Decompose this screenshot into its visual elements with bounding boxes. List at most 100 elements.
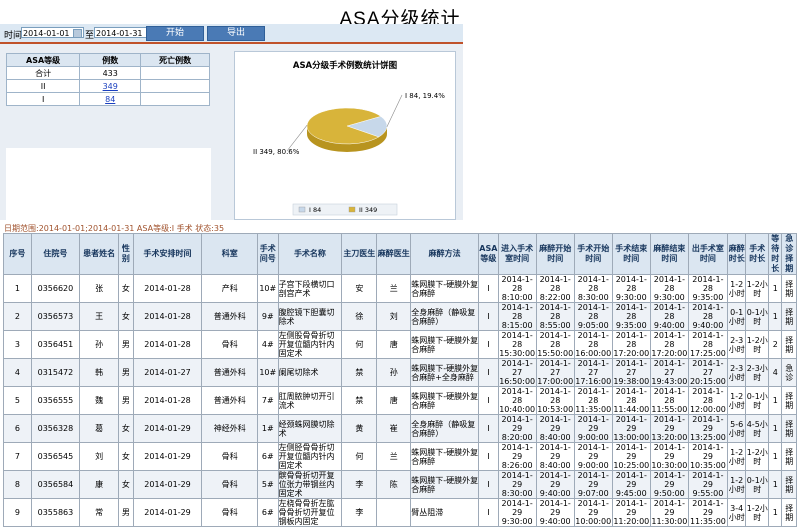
table-cell: 2014-1-28 12:00:00 [687,386,728,415]
table-cell: 2014-01-29 [132,470,203,499]
table-cell: 9 [3,498,32,527]
table-cell: 臂丛阻滞 [410,498,480,527]
table-cell: 1 [768,386,783,415]
table-cell: 安 [341,274,378,303]
table-cell: 7# [257,386,279,415]
table-row[interactable]: 2 0356573 王女 2014-01-28 普通外科 9# 腹腔镜下胆囊切除术徐刘全身麻… [3,302,797,331]
filter-toolbar: 时间 2014-01-01 至 2014-01-31 开始 导出 [0,24,463,44]
table-cell: 2014-1-28 10:40:00 [497,386,537,415]
table-cell: 4-5小时 [745,414,770,443]
table-cell: 女 [118,302,134,331]
table-cell: 张 [79,274,120,303]
stats-row: II 349 [5,79,210,93]
calendar-icon[interactable] [73,29,82,38]
case-count-link[interactable]: 84 [105,95,115,104]
table-cell: 2014-1-29 9:07:00 [573,470,613,499]
table-cell: 择期 [781,414,797,443]
table-cell: 蛛网膜下-硬膜外复合麻醉 [410,442,480,471]
table-cell: 2014-1-28 9:35:00 [611,302,651,331]
table-cell: 2014-1-29 11:20:00 [611,498,651,527]
table-cell: 骨科 [201,330,258,359]
start-button[interactable]: 开始 [146,26,204,41]
table-cell: 1 [768,302,783,331]
table-cell: 女 [118,274,134,303]
to-label: 至 [85,31,95,41]
death-count [140,79,210,93]
table-cell: 普通外科 [201,358,258,387]
table-cell: 左侧股骨骨折切开复位髓内针内固定术 [277,330,343,359]
table-cell: 2014-1-29 8:30:00 [497,470,537,499]
column-header: 出手术室时间 [687,233,728,275]
table-cell: 2014-01-28 [132,386,203,415]
pie-chart-panel: ASA分级手术例数统计饼图 I 84, 19.4% II 349, 80.6% I … [234,51,456,220]
table-cell: 2014-01-27 [132,358,203,387]
export-button[interactable]: 导出 [207,26,265,41]
table-row[interactable]: 4 0315472 韩男 2014-01-27 普通外科 10# 阑尾切除术禁孙蛛网膜下-硬… [3,358,797,387]
table-cell: 1 [768,414,783,443]
table-cell: 左侧胫骨骨折切开复位髓内针内固定术 [277,442,343,471]
table-row[interactable]: 9 0355863 常男 2014-01-29 骨科 6# 左桡骨骨折左肱骨骨折切开复位钢板… [3,498,797,527]
table-cell: 2014-1-29 8:20:00 [497,414,537,443]
table-row[interactable]: 8 0356584 康女 2014-01-29 骨科 5# 髌骨骨折切开复位张力带钢丝内固定… [3,470,797,499]
table-cell: 2014-1-27 20:15:00 [687,358,728,387]
table-cell: I [478,358,499,387]
table-cell: 髌骨骨折切开复位张力带钢丝内固定术 [277,470,343,499]
table-cell: 2014-01-28 [132,330,203,359]
column-header: 麻醉开始时间 [535,233,575,275]
table-cell: 2014-1-29 10:35:00 [687,442,728,471]
table-cell: 神经外科 [201,414,258,443]
table-row[interactable]: 7 0356545 刘女 2014-01-29 骨科 6# 左侧胫骨骨折切开复位髓内针内固定… [3,442,797,471]
table-cell: 全身麻醉（静吸复合麻醉） [410,414,480,443]
table-cell: 男 [118,358,134,387]
table-cell: 2014-1-29 9:30:00 [497,498,537,527]
column-header: 住院号 [30,233,81,275]
table-cell: 唐 [376,330,412,359]
surgery-detail-table: 序号 住院号 患者姓名 性别 手术安排时间 科室 手术间号 手术名称 主刀医生 麻醉医生 麻醉方法 A… [3,233,797,527]
table-cell: 2014-1-28 9:40:00 [649,302,689,331]
case-count-link[interactable]: 349 [103,82,118,91]
column-header: 手术开始时间 [573,233,613,275]
table-cell: 2014-01-28 [132,302,203,331]
table-cell: 2014-1-29 13:00:00 [611,414,651,443]
table-cell: I [478,386,499,415]
table-cell: 肛周脓肿切开引流术 [277,386,343,415]
stats-header: ASA等级 [5,53,81,67]
table-cell: 刘 [79,442,120,471]
table-cell: 2014-1-28 10:53:00 [535,386,575,415]
start-date-input[interactable]: 2014-01-01 [21,27,84,38]
table-cell: 李 [341,498,378,527]
table-row[interactable]: 6 0356328 葛女 2014-01-29 神经外科 1# 经颈蛛网膜切除术黄崔全身麻醉… [3,414,797,443]
table-row[interactable]: 5 0356555 魏男 2014-01-28 普通外科 7# 肛周脓肿切开引流术禁唐蛛网膜… [3,386,797,415]
table-cell: 2014-1-27 19:38:00 [611,358,651,387]
table-cell: 2014-1-28 8:30:00 [573,274,613,303]
table-cell: 腹腔镜下胆囊切除术 [277,302,343,331]
column-header: 主刀医生 [341,233,378,275]
table-cell: 女 [118,414,134,443]
table-cell: 2014-1-29 10:00:00 [573,498,613,527]
table-cell: 禁 [341,358,378,387]
table-cell: 择期 [781,302,797,331]
table-cell: 1-2小时 [745,442,770,471]
pie-chart: ASA分级手术例数统计饼图 I 84, 19.4% II 349, 80.6% I … [253,60,445,216]
table-cell: 男 [118,386,134,415]
table-cell: 0-1小时 [726,302,747,331]
table-cell: 2014-1-28 8:10:00 [497,274,537,303]
table-cell: 男 [118,330,134,359]
table-cell: 7 [3,442,32,471]
table-cell: 1 [3,274,32,303]
table-cell: 2014-1-28 11:35:00 [573,386,613,415]
table-cell: 2014-1-28 9:05:00 [573,302,613,331]
slice-label: II 349, 80.6% [253,148,300,156]
table-cell: 2014-1-29 11:30:00 [649,498,689,527]
table-cell: 子宫下段横切口剖宫产术 [277,274,343,303]
time-label: 时间 [4,31,23,41]
start-date-value: 2014-01-01 [23,29,70,38]
table-row[interactable]: 1 0356620 张女 2014-01-28 产科 10# 子宫下段横切口剖宫产术安兰蛛网… [3,274,797,303]
table-row[interactable]: 3 0356451 孙男 2014-01-28 骨科 4# 左侧股骨骨折切开复位髓内针内固定… [3,330,797,359]
table-cell: 2014-1-28 8:55:00 [535,302,575,331]
table-cell: 8 [3,470,32,499]
table-cell: 2014-1-29 8:26:00 [497,442,537,471]
table-cell: 急诊 [781,358,797,387]
table-cell: I [478,274,499,303]
column-header: 手术安排时间 [132,233,203,275]
